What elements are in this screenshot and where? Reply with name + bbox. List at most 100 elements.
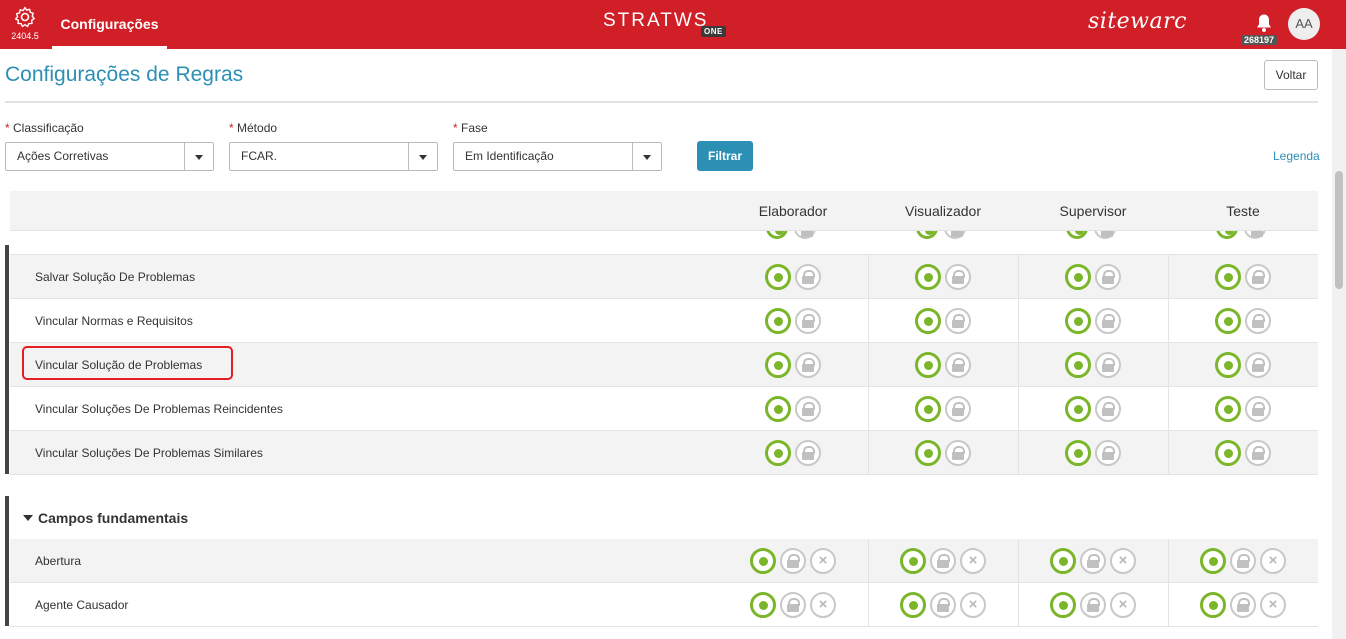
edit-icon[interactable]	[1215, 264, 1241, 290]
lock-icon[interactable]	[795, 264, 821, 290]
column-header-elaborador: Elaborador	[758, 203, 828, 219]
edit-icon[interactable]	[1200, 548, 1226, 574]
edit-icon[interactable]	[1200, 592, 1226, 618]
chevron-down-icon[interactable]	[184, 143, 213, 170]
close-icon[interactable]: ×	[810, 548, 836, 574]
lock-icon[interactable]	[1230, 592, 1256, 618]
edit-icon[interactable]	[1215, 396, 1241, 422]
edit-icon[interactable]	[1216, 231, 1238, 239]
edit-icon[interactable]	[1215, 308, 1241, 334]
lock-icon[interactable]	[795, 308, 821, 334]
lock-icon[interactable]	[1245, 352, 1271, 378]
close-icon[interactable]: ×	[960, 548, 986, 574]
top-bar: 2404.5 Configurações STRATWS ONE sitewar…	[0, 0, 1346, 49]
edit-icon[interactable]	[1065, 308, 1091, 334]
edit-icon[interactable]	[915, 352, 941, 378]
edit-icon[interactable]	[765, 264, 791, 290]
chevron-down-icon[interactable]	[632, 143, 661, 170]
lock-icon[interactable]	[1230, 548, 1256, 574]
edit-icon[interactable]	[1066, 231, 1088, 239]
metodo-select[interactable]: FCAR.	[229, 142, 438, 171]
chevron-down-icon[interactable]	[408, 143, 437, 170]
edit-icon[interactable]	[765, 308, 791, 334]
lock-icon[interactable]	[1245, 308, 1271, 334]
edit-icon[interactable]	[765, 352, 791, 378]
fase-select[interactable]: Em Identificação	[453, 142, 662, 171]
edit-icon[interactable]	[750, 592, 776, 618]
close-icon[interactable]: ×	[810, 592, 836, 618]
lock-icon[interactable]	[780, 592, 806, 618]
fase-value: Em Identificação	[465, 149, 554, 163]
lock-icon[interactable]	[944, 231, 966, 239]
group-toggle[interactable]: Campos fundamentais	[23, 510, 188, 526]
lock-icon[interactable]	[1095, 308, 1121, 334]
edit-icon[interactable]	[900, 592, 926, 618]
lock-icon[interactable]	[795, 440, 821, 466]
lock-icon[interactable]	[780, 548, 806, 574]
edit-icon[interactable]	[915, 308, 941, 334]
lock-icon[interactable]	[1245, 264, 1271, 290]
edit-icon[interactable]	[915, 396, 941, 422]
edit-icon[interactable]	[1050, 548, 1076, 574]
filter-button[interactable]: Filtrar	[697, 141, 753, 171]
edit-icon[interactable]	[1215, 440, 1241, 466]
edit-icon[interactable]	[1050, 592, 1076, 618]
lock-icon[interactable]	[1095, 440, 1121, 466]
classificacao-value: Ações Corretivas	[17, 149, 109, 163]
brand-logo: STRATWS	[603, 10, 709, 31]
lock-icon[interactable]	[1095, 264, 1121, 290]
user-avatar[interactable]: AA	[1288, 8, 1320, 40]
lock-icon[interactable]	[945, 308, 971, 334]
back-button[interactable]: Voltar	[1264, 60, 1318, 90]
table-row: Salvar Solução De Problemas	[10, 255, 1318, 299]
lock-icon[interactable]	[1095, 396, 1121, 422]
edit-icon[interactable]	[765, 440, 791, 466]
edit-icon[interactable]	[750, 548, 776, 574]
lock-icon[interactable]	[930, 592, 956, 618]
lock-icon[interactable]	[1080, 548, 1106, 574]
classificacao-select[interactable]: Ações Corretivas	[5, 142, 214, 171]
edit-icon[interactable]	[915, 264, 941, 290]
metodo-label: * Método	[229, 121, 278, 135]
table-row-partial	[10, 231, 1318, 255]
edit-icon[interactable]	[915, 440, 941, 466]
close-icon[interactable]: ×	[1260, 592, 1286, 618]
close-icon[interactable]: ×	[1260, 548, 1286, 574]
header-divider	[5, 101, 1318, 103]
lock-icon[interactable]	[1094, 231, 1116, 239]
lock-icon[interactable]	[945, 352, 971, 378]
settings-menu[interactable]: 2404.5	[8, 5, 42, 41]
lock-icon[interactable]	[930, 548, 956, 574]
brand-suffix: ONE	[701, 26, 726, 37]
edit-icon[interactable]	[766, 231, 788, 239]
fase-label: * Fase	[453, 121, 488, 135]
close-icon[interactable]: ×	[960, 592, 986, 618]
lock-icon[interactable]	[794, 231, 816, 239]
edit-icon[interactable]	[1065, 264, 1091, 290]
lock-icon[interactable]	[945, 264, 971, 290]
lock-icon[interactable]	[1095, 352, 1121, 378]
close-icon[interactable]: ×	[1110, 548, 1136, 574]
nav-tab-configuracoes[interactable]: Configurações	[52, 0, 167, 49]
lock-icon[interactable]	[1245, 396, 1271, 422]
edit-icon[interactable]	[900, 548, 926, 574]
lock-icon[interactable]	[1080, 592, 1106, 618]
edit-icon[interactable]	[1065, 396, 1091, 422]
lock-icon[interactable]	[1245, 440, 1271, 466]
lock-icon[interactable]	[945, 396, 971, 422]
close-icon[interactable]: ×	[1110, 592, 1136, 618]
edit-icon[interactable]	[1065, 440, 1091, 466]
edit-icon[interactable]	[1215, 352, 1241, 378]
edit-icon[interactable]	[765, 396, 791, 422]
scrollbar-thumb[interactable]	[1335, 171, 1343, 289]
group-title: Campos fundamentais	[38, 510, 189, 526]
lock-icon[interactable]	[1244, 231, 1266, 239]
scrollbar-track[interactable]	[1332, 49, 1346, 639]
edit-icon[interactable]	[916, 231, 938, 239]
lock-icon[interactable]	[795, 396, 821, 422]
lock-icon[interactable]	[795, 352, 821, 378]
legend-link[interactable]: Legenda	[1273, 149, 1320, 163]
lock-icon[interactable]	[945, 440, 971, 466]
page-title: Configurações de Regras	[5, 63, 244, 86]
edit-icon[interactable]	[1065, 352, 1091, 378]
